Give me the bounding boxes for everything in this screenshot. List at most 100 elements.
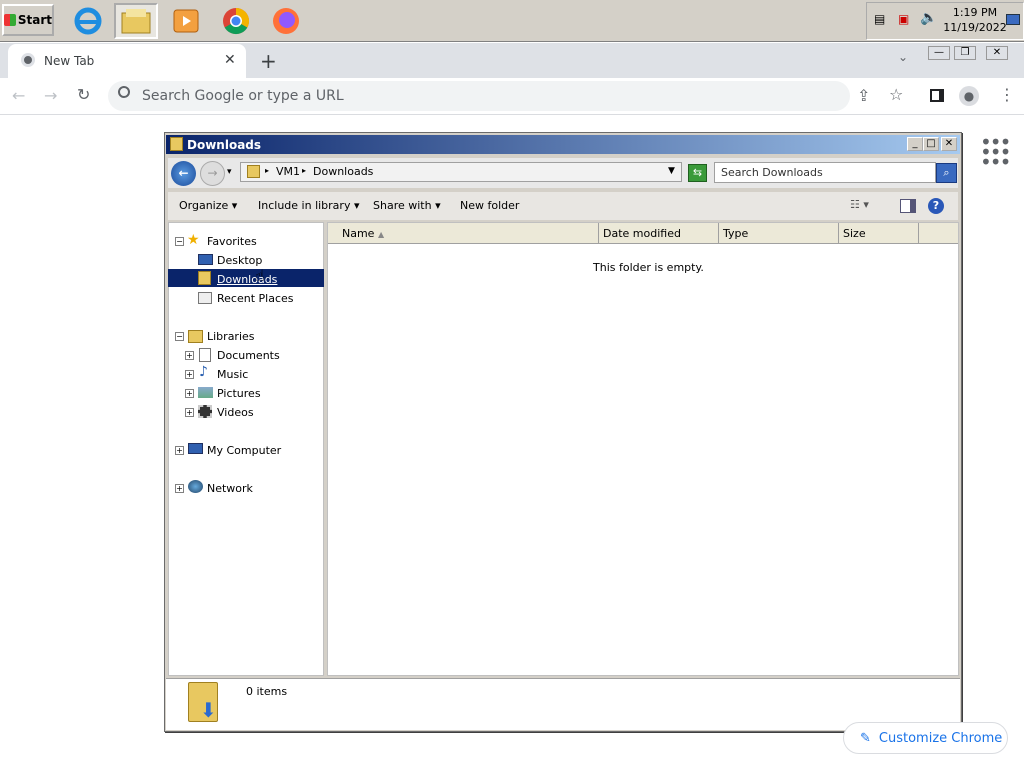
nav-music[interactable]: Music [217, 368, 248, 381]
explorer-minimize-icon[interactable]: _ [907, 137, 923, 151]
chevron-icon[interactable]: ▸ [302, 166, 306, 175]
nav-my-computer[interactable]: My Computer [207, 444, 281, 457]
menu-icon[interactable]: ⋮ [999, 85, 1015, 104]
address-dropdown-icon[interactable]: ▼ [668, 166, 675, 176]
column-size[interactable]: Size [839, 223, 919, 244]
clock[interactable]: 1:19 PM 11/19/2022 [940, 5, 1010, 35]
back-nav-icon[interactable]: ← [171, 161, 196, 186]
column-type[interactable]: Type [719, 223, 839, 244]
security-tray-icon[interactable]: ▣ [898, 12, 909, 26]
reload-icon[interactable]: ↻ [77, 85, 90, 104]
empty-folder-message: This folder is empty. [593, 261, 704, 274]
minimize-icon[interactable]: — [928, 46, 950, 60]
pictures-icon [198, 387, 213, 398]
nav-documents[interactable]: Documents [217, 349, 280, 362]
restore-icon[interactable]: ❐ [954, 46, 976, 60]
start-label: Start [17, 13, 52, 27]
view-options-icon[interactable]: ☷ ▾ [850, 198, 869, 211]
chrome-tab-icon [21, 53, 35, 67]
share-with-button[interactable]: Share with ▾ [373, 199, 441, 212]
collapse-icon[interactable]: − [175, 237, 184, 246]
nav-network[interactable]: Network [207, 482, 253, 495]
explorer-maximize-icon[interactable]: □ [923, 137, 939, 151]
media-player-icon[interactable] [164, 3, 208, 39]
new-tab-icon[interactable]: + [260, 49, 277, 73]
collapse-icon[interactable]: − [175, 332, 184, 341]
forward-nav-icon[interactable]: → [200, 161, 225, 186]
profile-icon[interactable]: ● [959, 86, 979, 106]
pencil-icon: ✎ [860, 730, 871, 746]
column-name[interactable]: Name ▲ [328, 223, 599, 244]
include-in-library-button[interactable]: Include in library ▾ [258, 199, 359, 212]
recent-places-icon [198, 292, 212, 304]
desktop-icon [198, 254, 213, 265]
internet-explorer-icon[interactable] [66, 3, 110, 39]
forward-icon[interactable]: → [44, 86, 57, 105]
show-desktop-icon[interactable] [1006, 14, 1020, 25]
breadcrumb-downloads[interactable]: Downloads [313, 165, 373, 178]
start-button[interactable]: Start [2, 4, 54, 36]
refresh-icon[interactable]: ⇆ [688, 164, 707, 182]
download-arrow-icon: ⬇ [200, 698, 217, 722]
expand-icon[interactable]: + [185, 370, 194, 379]
breadcrumb-vm1[interactable]: VM1 [276, 165, 300, 178]
nav-favorites[interactable]: Favorites [207, 235, 257, 248]
firefox-icon[interactable] [264, 3, 308, 39]
omnibox-placeholder: Search Google or type a URL [142, 88, 344, 104]
explorer-close-icon[interactable]: ✕ [941, 137, 957, 151]
file-explorer-icon[interactable] [114, 3, 158, 39]
libraries-icon [188, 330, 203, 343]
expand-icon[interactable]: + [185, 351, 194, 360]
back-icon[interactable]: ← [12, 86, 25, 105]
search-placeholder: Search Downloads [721, 166, 823, 179]
chrome-icon[interactable] [214, 3, 258, 39]
file-pane [327, 222, 959, 676]
chevron-icon[interactable]: ▸ [265, 166, 269, 175]
address-folder-icon [247, 165, 260, 178]
documents-icon [199, 348, 211, 362]
downloads-folder-icon [198, 271, 211, 285]
tab-search-icon[interactable]: ⌄ [898, 50, 908, 64]
volume-icon[interactable]: 🔈 [920, 10, 937, 26]
expand-icon[interactable]: + [175, 484, 184, 493]
new-folder-button[interactable]: New folder [460, 199, 519, 212]
item-count: 0 items [246, 685, 288, 698]
customize-chrome-label: Customize Chrome [878, 730, 1003, 746]
windows-logo-icon [4, 14, 16, 26]
expand-icon[interactable]: + [185, 389, 194, 398]
search-button-icon[interactable]: ⌕ [936, 163, 957, 183]
address-bar[interactable] [240, 162, 682, 182]
search-icon [118, 86, 130, 98]
bookmark-star-icon[interactable]: ☆ [889, 85, 903, 104]
computer-icon [188, 443, 203, 454]
share-icon[interactable]: ⇪ [857, 86, 870, 105]
sort-ascending-icon: ▲ [377, 230, 385, 239]
nav-recent-places[interactable]: Recent Places [217, 292, 294, 305]
customize-chrome-button[interactable]: ✎ Customize Chrome [843, 722, 1008, 754]
clock-date: 11/19/2022 [943, 21, 1007, 34]
nav-downloads[interactable]: Downloads [217, 273, 277, 286]
help-icon[interactable]: ? [928, 198, 944, 214]
column-date-modified[interactable]: Date modified [599, 223, 719, 244]
organize-button[interactable]: Organize ▾ [179, 199, 237, 212]
apps-grid-icon[interactable]: ••• ••• ••• [980, 132, 1011, 172]
tab-title: New Tab [44, 54, 95, 68]
side-panel-icon[interactable] [930, 89, 944, 102]
recent-pages-icon[interactable]: ▾ [227, 167, 232, 177]
expand-icon[interactable]: + [185, 408, 194, 417]
network-tray-icon[interactable]: ▤ [874, 12, 885, 26]
explorer-titlebar[interactable] [166, 135, 960, 154]
nav-videos[interactable]: Videos [217, 406, 254, 419]
nav-pictures[interactable]: Pictures [217, 387, 261, 400]
clock-time: 1:19 PM [952, 6, 998, 19]
folder-icon [170, 137, 183, 151]
network-icon [188, 480, 203, 493]
videos-icon [198, 405, 212, 418]
preview-pane-icon[interactable] [900, 199, 916, 213]
expand-icon[interactable]: + [175, 446, 184, 455]
close-window-icon[interactable]: ✕ [986, 46, 1008, 60]
tab-close-icon[interactable]: ✕ [224, 52, 236, 68]
music-icon: ♪ [199, 364, 208, 380]
nav-libraries[interactable]: Libraries [207, 330, 255, 343]
favorites-star-icon: ★ [187, 232, 200, 248]
